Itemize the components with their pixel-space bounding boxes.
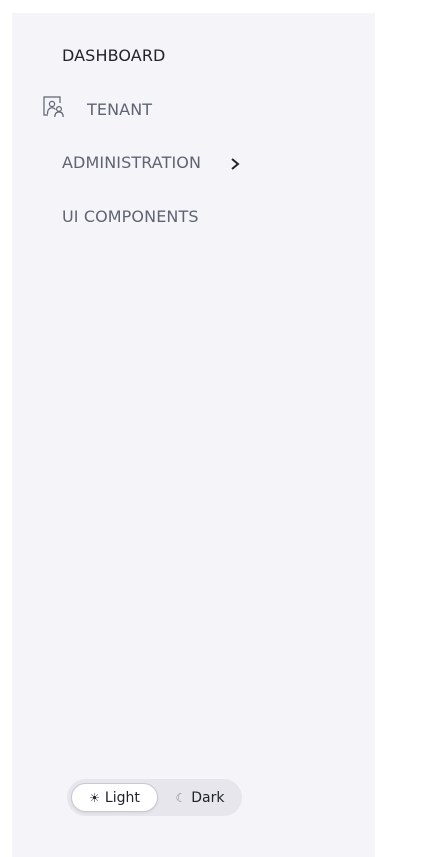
users-icon (41, 94, 67, 120)
light-theme-button[interactable]: ☀ Light (71, 783, 158, 812)
nav-item-ui-components[interactable]: UI COMPONENTS (62, 207, 199, 226)
chevron-right-icon[interactable] (229, 156, 241, 170)
theme-toggle: ☀ Light ☾ Dark (67, 779, 242, 816)
nav-item-label: DASHBOARD (62, 46, 166, 65)
dark-theme-button[interactable]: ☾ Dark (164, 783, 236, 812)
moon-icon: ☾ (175, 790, 187, 805)
nav-item-tenant[interactable]: TENANT (43, 96, 153, 119)
nav-item-label: UI COMPONENTS (62, 207, 199, 226)
sidebar: DASHBOARD TENANT ADMINISTRATION UI COMPO… (12, 13, 375, 857)
nav-item-label: ADMINISTRATION (62, 153, 202, 172)
dark-label: Dark (191, 789, 225, 806)
nav-item-administration[interactable]: ADMINISTRATION (62, 153, 241, 172)
nav-item-dashboard[interactable]: DASHBOARD (62, 46, 165, 65)
nav-item-label: TENANT (87, 100, 153, 119)
light-label: Light (104, 789, 140, 806)
sun-icon: ☀ (89, 790, 100, 805)
